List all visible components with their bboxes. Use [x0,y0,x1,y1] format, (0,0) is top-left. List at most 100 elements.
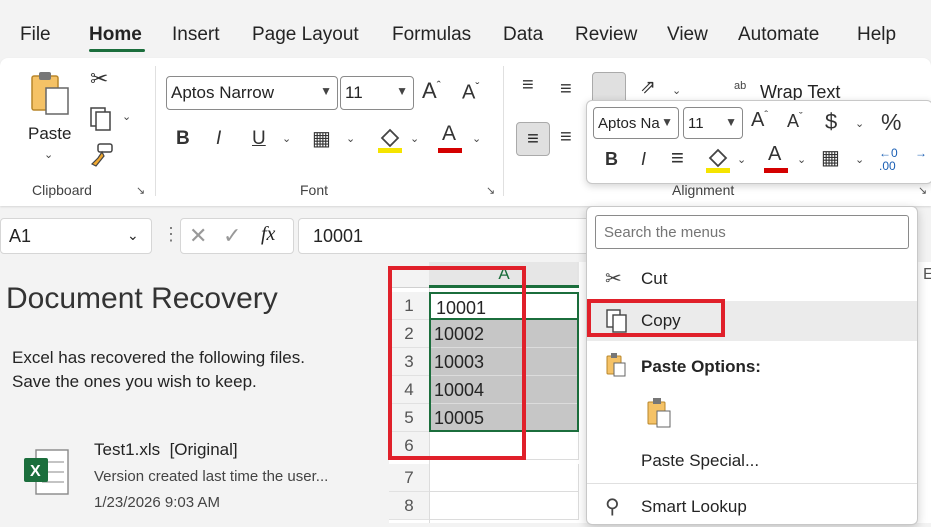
cell-a8[interactable] [429,492,579,520]
chevron-down-icon: ▼ [725,115,737,129]
menu-bar: File Home Insert Page Layout Formulas Da… [0,0,931,58]
align-left-icon[interactable]: ≡ [516,122,550,156]
underline-dropdown-icon[interactable]: ⌄ [282,132,291,145]
insert-function-icon[interactable]: fx [261,223,275,246]
tab-insert[interactable]: Insert [172,24,220,46]
paste-icon[interactable] [28,70,72,118]
mini-borders-icon[interactable]: ▦ [821,145,840,170]
italic-icon[interactable]: I [216,128,221,150]
chevron-down-icon: ▼ [320,84,332,98]
alignment-group-label: Alignment [672,182,735,198]
orientation-icon[interactable]: ⇗ [640,76,656,99]
highlight-box-cells [388,266,526,460]
mini-font-color-dropdown-icon[interactable]: ⌄ [797,153,806,166]
font-size-combo[interactable]: 11 ▼ [340,76,414,110]
fill-color-icon[interactable] [376,124,404,154]
mini-fill-dropdown-icon[interactable]: ⌄ [737,153,746,166]
format-painter-icon[interactable] [88,142,114,168]
mini-toolbar: Aptos Na ▼ 11 ▼ Aˆ Aˇ $ ⌄ % B I ≡ ⌄ A ⌄ … [586,100,931,184]
mini-font-size-combo[interactable]: 11 ▼ [683,107,743,139]
recovered-file-description: Version created last time the user... [94,468,329,485]
decrease-decimal-icon[interactable]: ←0.00 [879,147,898,173]
bold-icon[interactable]: B [176,128,190,150]
menu-search-input[interactable] [602,220,902,244]
wrap-text-icon[interactable]: ab [734,80,746,92]
recovery-title: Document Recovery [6,282,278,315]
menu-search-box[interactable] [595,215,909,249]
column-header-next[interactable]: E [923,266,931,284]
menu-item-smart-lookup-label: Smart Lookup [641,497,747,516]
mini-font-color-icon[interactable]: A [763,143,789,175]
menu-item-cut[interactable]: ✂ Cut [587,259,917,299]
borders-icon[interactable]: ▦ [312,126,331,151]
tab-page-layout[interactable]: Page Layout [252,24,359,46]
tab-formulas[interactable]: Formulas [392,24,471,46]
underline-icon[interactable]: U [252,128,266,150]
enter-icon[interactable]: ✓ [223,223,241,249]
currency-icon[interactable]: $ [825,109,837,135]
tab-review[interactable]: Review [575,24,637,46]
align-center-icon[interactable]: ≡ [560,126,572,149]
cancel-icon[interactable]: ✕ [189,223,207,249]
currency-dropdown-icon[interactable]: ⌄ [855,117,864,130]
more-options-icon[interactable]: ⋮ [162,224,180,245]
orientation-dropdown-icon[interactable]: ⌄ [672,84,681,97]
mini-decrease-font-icon[interactable]: Aˇ [787,111,803,132]
menu-item-cut-label: Cut [641,269,668,288]
chevron-down-icon: ⌄ [127,227,139,243]
font-color-icon[interactable]: A [436,122,464,154]
clipboard-launcher-icon[interactable]: ↘ [136,184,145,197]
copy-icon[interactable] [88,106,114,132]
cut-icon[interactable]: ✂ [90,66,108,92]
recovered-file-item[interactable]: Test1.xls [Original] Version created las… [94,438,384,514]
excel-file-icon: X [22,446,72,498]
font-name-combo[interactable]: Aptos Narrow ▼ [166,76,338,110]
font-launcher-icon[interactable]: ↘ [486,184,495,197]
alignment-launcher-icon[interactable]: ↘ [918,184,927,197]
mini-increase-font-icon[interactable]: Aˆ [751,109,768,132]
borders-dropdown-icon[interactable]: ⌄ [346,132,355,145]
paste-option-keep-source-icon[interactable] [645,397,673,429]
cut-icon: ✂ [605,268,622,290]
mini-font-name-combo[interactable]: Aptos Na ▼ [593,107,679,139]
formula-input[interactable]: 10001 [298,218,598,254]
paste-button[interactable]: Paste [28,124,71,144]
tab-home[interactable]: Home [89,24,142,46]
smart-lookup-icon: ⚲ [605,496,620,518]
tab-automate[interactable]: Automate [738,24,819,46]
percent-icon[interactable]: % [881,109,901,136]
mini-center-icon[interactable]: ≡ [671,145,684,171]
mini-bold-icon[interactable]: B [605,149,618,170]
active-tab-indicator [89,49,145,52]
increase-font-size-icon[interactable]: Aˆ [422,78,441,104]
chevron-down-icon: ▼ [396,84,408,98]
menu-item-paste-special[interactable]: Paste Special... [587,441,917,481]
font-color-dropdown-icon[interactable]: ⌄ [472,132,481,145]
ribbon-separator [155,66,156,196]
align-middle-icon[interactable]: ≡ [560,78,572,101]
tab-data[interactable]: Data [503,24,543,46]
recovery-message-2: Save the ones you wish to keep. [12,372,257,391]
mini-italic-icon[interactable]: I [641,149,646,170]
cell-a7[interactable] [429,464,579,492]
tab-help[interactable]: Help [857,24,896,46]
mini-font-size-value: 11 [688,114,704,132]
row-header-7[interactable]: 7 [389,464,429,492]
document-recovery-pane: Document Recovery Excel has recovered th… [0,262,388,523]
recovery-message-1: Excel has recovered the following files. [12,348,305,367]
copy-dropdown-icon[interactable]: ⌄ [122,110,131,123]
fill-color-dropdown-icon[interactable]: ⌄ [410,132,419,145]
row-header-8[interactable]: 8 [389,492,429,520]
mini-borders-dropdown-icon[interactable]: ⌄ [855,153,864,166]
tab-view[interactable]: View [667,24,708,46]
highlight-box-copy [587,299,725,337]
paste-dropdown-icon[interactable]: ⌄ [44,148,53,161]
tab-file[interactable]: File [20,24,51,46]
increase-decimal-icon[interactable]: → [915,147,927,160]
mini-fill-color-icon[interactable] [705,145,731,175]
decrease-font-size-icon[interactable]: Aˇ [462,80,479,105]
menu-item-smart-lookup[interactable]: ⚲ Smart Lookup [587,487,917,527]
name-box[interactable]: A1 ⌄ [0,218,152,254]
mini-font-name-value: Aptos Na [598,114,660,132]
align-top-icon[interactable]: ≡ [522,74,534,97]
